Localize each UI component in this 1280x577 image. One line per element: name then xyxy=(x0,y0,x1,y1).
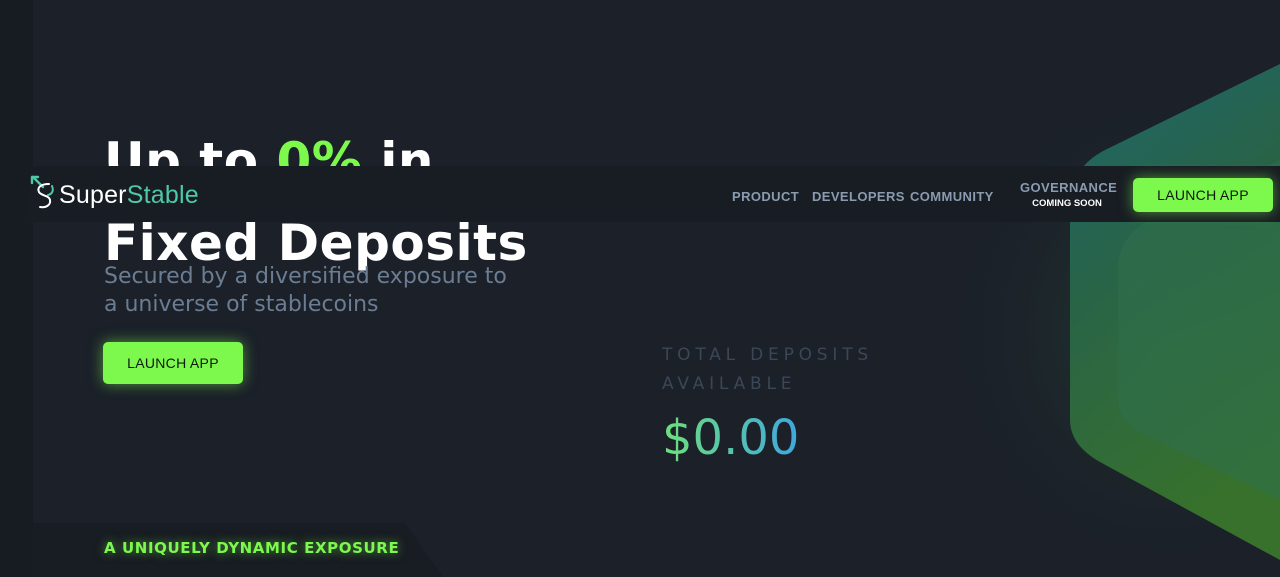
nav-link-community[interactable]: COMMUNITY xyxy=(910,189,994,204)
nav-link-developers[interactable]: DEVELOPERS xyxy=(812,189,905,204)
section-heading: A UNIQUELY DYNAMIC EXPOSURE xyxy=(104,539,400,557)
superstable-logo-icon xyxy=(30,175,56,215)
total-deposits-value: $0.00 xyxy=(662,410,800,466)
section-tab: A UNIQUELY DYNAMIC EXPOSURE xyxy=(33,523,443,577)
navbar: SuperStable PRODUCT DEVELOPERS COMMUNITY… xyxy=(30,166,1280,222)
total-deposits-label: TOTAL DEPOSITS AVAILABLE xyxy=(662,345,873,394)
nav-launch-app-button[interactable]: LAUNCH APP xyxy=(1133,178,1273,212)
nav-governance-label: GOVERNANCE xyxy=(1020,180,1118,195)
coming-soon-badge: COMING SOON xyxy=(1032,198,1102,209)
hero-launch-app-button[interactable]: LAUNCH APP xyxy=(103,342,243,384)
logo-wordmark-stable: Stable xyxy=(126,180,199,209)
logo-wordmark-super: Super xyxy=(59,180,127,209)
logo-wordmark: SuperStable xyxy=(59,181,199,210)
nav-link-product[interactable]: PRODUCT xyxy=(732,189,799,204)
nav-governance[interactable]: GOVERNANCE COMING SOON xyxy=(1020,180,1118,209)
logo[interactable]: SuperStable xyxy=(30,175,199,215)
hero-subtitle: Secured by a diversified exposure to a u… xyxy=(104,264,507,317)
